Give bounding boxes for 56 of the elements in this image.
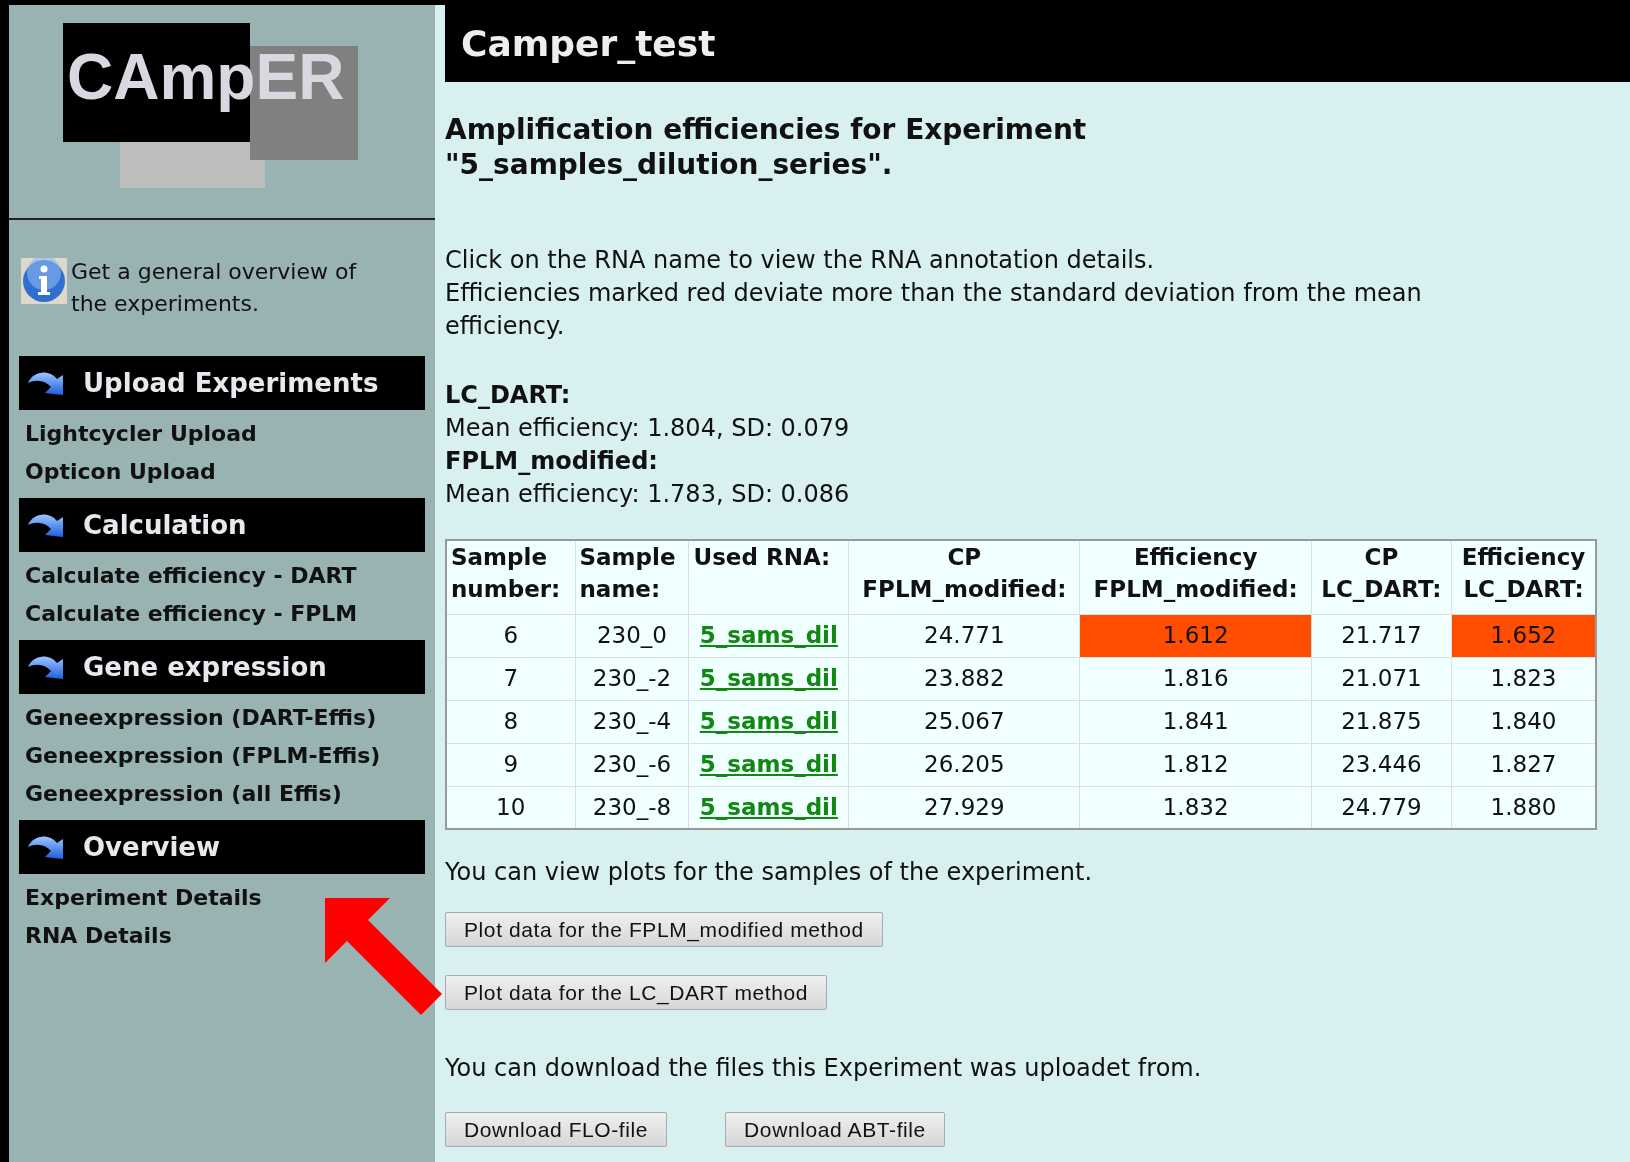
table-cell: 6	[446, 614, 575, 657]
info-icon	[21, 258, 67, 304]
table-cell: 230_-6	[575, 743, 689, 786]
table-cell: 1.652	[1451, 614, 1596, 657]
method-name: LC_DART:	[445, 380, 572, 411]
download-button[interactable]: Download ABT-file	[725, 1112, 945, 1147]
plots-text: You can view plots for the samples of the experiment.	[445, 857, 1094, 888]
table-cell: 1.841	[1080, 700, 1312, 743]
page-title: Camper_test	[445, 5, 1630, 82]
table-cell: 21.717	[1311, 614, 1452, 657]
nav-link[interactable]: Lightcycler Upload	[25, 418, 257, 450]
download-text: You can download the files this Experiment was uploadet from.	[445, 1053, 1203, 1084]
column-header: Sample name:	[575, 540, 689, 614]
nav-link[interactable]: Opticon Upload	[25, 456, 216, 488]
nav-link[interactable]: Calculate efficiency - FPLM	[25, 598, 358, 630]
table-cell: 23.446	[1311, 743, 1452, 786]
table-cell: 9	[446, 743, 575, 786]
column-header: Efficiency FPLM_modified:	[1080, 540, 1312, 614]
nav-link[interactable]: Geneexpression (all Effis)	[25, 778, 342, 810]
nav-link[interactable]: Calculate efficiency - DART	[25, 560, 357, 592]
column-header: Sample number:	[446, 540, 575, 614]
column-header: CP FPLM_modified:	[848, 540, 1080, 614]
info-text: Get a general overview of the experiments.	[71, 258, 358, 318]
plot-button[interactable]: Plot data for the FPLM_modified method	[445, 912, 883, 947]
method-name: FPLM_modified:	[445, 446, 659, 477]
table-cell: 21.071	[1311, 657, 1452, 700]
nav-link[interactable]: Geneexpression (FPLM-Effis)	[25, 740, 381, 772]
intro-text: Click on the RNA name to view the RNA annotation details.	[445, 245, 1156, 276]
section-header: Gene expression	[19, 640, 425, 694]
section-header: Calculation	[19, 498, 425, 552]
table-cell: 25.067	[848, 700, 1080, 743]
table-cell: 1.812	[1080, 743, 1312, 786]
table-cell: 21.875	[1311, 700, 1452, 743]
nav-link[interactable]: RNA Details	[25, 920, 172, 952]
table-cell: 230_-2	[575, 657, 689, 700]
section-header: Overview	[19, 820, 425, 874]
nav-link[interactable]: Experiment Details	[25, 882, 262, 914]
table-cell: 230_0	[575, 614, 689, 657]
table-cell: 7	[446, 657, 575, 700]
table-cell: 1.612	[1080, 614, 1312, 657]
page-heading: Amplification efficiencies for Experiment "5_samples_dilution_series".	[445, 112, 1088, 182]
intro-text: Efficiencies marked red deviate more than the standard deviation from the mean efficiency.	[445, 278, 1423, 342]
plot-button[interactable]: Plot data for the LC_DART method	[445, 975, 828, 1010]
table-cell: 23.882	[848, 657, 1080, 700]
table-cell: 8	[446, 700, 575, 743]
table-cell: 26.205	[848, 743, 1080, 786]
column-header: Used RNA:	[689, 540, 849, 614]
table-cell: 24.771	[848, 614, 1080, 657]
section-header: Upload Experiments	[19, 356, 425, 410]
table-cell: 1.816	[1080, 657, 1312, 700]
download-button[interactable]: Download FLO-file	[445, 1112, 668, 1147]
nav-link[interactable]: Geneexpression (DART-Effis)	[25, 702, 377, 734]
column-header: CP LC_DART:	[1311, 540, 1452, 614]
method-stats: Mean efficiency: 1.804, SD: 0.079	[445, 413, 851, 444]
table-cell: 230_-4	[575, 700, 689, 743]
method-stats: Mean efficiency: 1.783, SD: 0.086	[445, 479, 851, 510]
